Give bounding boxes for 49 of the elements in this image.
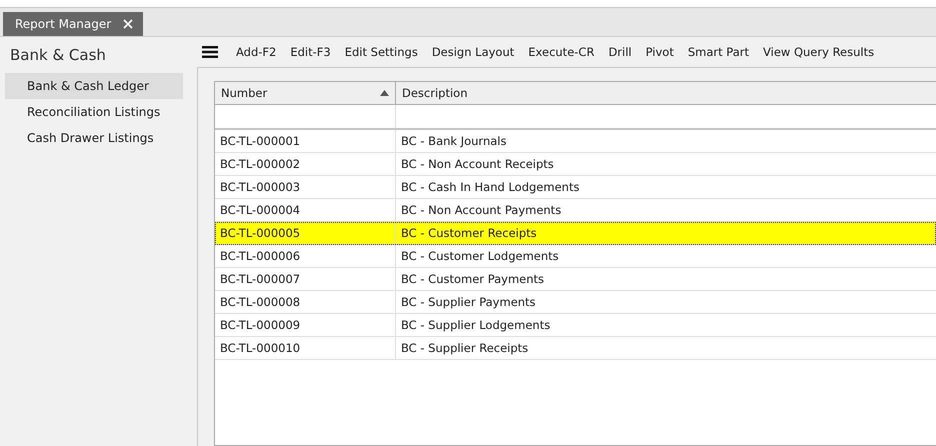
table-cell: BC-TL-000005 xyxy=(220,226,300,240)
table-row[interactable]: BC-TL-000009 BC - Supplier Lodgements xyxy=(215,314,936,337)
table-row[interactable]: BC-TL-000007 BC - Customer Payments xyxy=(215,268,936,291)
toolbar-button[interactable]: Execute-CR xyxy=(522,43,600,61)
sidebar-item[interactable]: Cash Drawer Listings xyxy=(5,125,183,151)
table-cell: BC-TL-000002 xyxy=(220,157,300,171)
toolbar-button[interactable]: Drill xyxy=(602,43,638,61)
toolbar-button[interactable]: Smart Part xyxy=(682,43,756,61)
sidebar-title: Bank & Cash xyxy=(9,45,107,66)
table-row[interactable]: BC-TL-000010 BC - Supplier Receipts xyxy=(215,337,936,360)
sidebar-item[interactable]: Reconciliation Listings xyxy=(5,99,183,125)
table-row[interactable]: BC-TL-000008 BC - Supplier Payments xyxy=(215,291,936,314)
table-cell: BC - Non Account Receipts xyxy=(401,157,554,171)
column-header[interactable]: Number xyxy=(215,82,396,104)
toolbar-button[interactable]: Edit-F3 xyxy=(284,43,337,61)
table-cell: BC-TL-000004 xyxy=(220,203,300,217)
table-cell: BC-TL-000008 xyxy=(220,295,300,309)
table-cell: BC - Cash In Hand Lodgements xyxy=(401,180,580,194)
table-cell: BC-TL-000006 xyxy=(220,249,300,263)
menu-icon[interactable] xyxy=(202,46,218,58)
table-row[interactable]: BC-TL-000002 BC - Non Account Receipts xyxy=(215,153,936,176)
toolbar-button[interactable]: Edit Settings xyxy=(338,43,424,61)
sidebar-item[interactable]: Bank & Cash Ledger xyxy=(5,73,183,99)
table-row[interactable]: BC-TL-000006 BC - Customer Lodgements xyxy=(215,245,936,268)
table-cell: BC - Supplier Payments xyxy=(401,295,536,309)
column-label: Number xyxy=(221,86,268,100)
table-cell: BC - Bank Journals xyxy=(401,134,506,148)
table-cell: BC-TL-000003 xyxy=(220,180,300,194)
table-cell: BC-TL-000007 xyxy=(220,272,300,286)
table-row[interactable]: BC-TL-000001 BC - Bank Journals xyxy=(215,130,936,153)
close-icon[interactable] xyxy=(123,19,134,29)
table-cell: BC - Customer Receipts xyxy=(401,226,537,240)
table-row[interactable]: BC-TL-000005 BC - Customer Receipts xyxy=(215,222,936,245)
table-cell: BC - Supplier Lodgements xyxy=(401,318,550,332)
table-cell: BC - Customer Lodgements xyxy=(401,249,559,263)
toolbar-button[interactable]: Design Layout xyxy=(426,43,520,61)
table-cell: BC-TL-000009 xyxy=(220,318,300,332)
tab[interactable]: Report Manager xyxy=(3,12,144,36)
table-cell: BC-TL-000001 xyxy=(220,134,300,148)
table-cell: BC-TL-000010 xyxy=(220,341,300,355)
table-cell: BC - Non Account Payments xyxy=(401,203,562,217)
column-label: Description xyxy=(402,86,468,100)
table-cell: BC - Supplier Receipts xyxy=(401,341,528,355)
table-cell: BC - Customer Payments xyxy=(401,272,544,286)
table-row[interactable]: BC-TL-000003 BC - Cash In Hand Lodgements xyxy=(215,176,936,199)
toolbar-button[interactable]: Pivot xyxy=(640,43,680,61)
toolbar-button[interactable]: View Query Results xyxy=(757,43,880,61)
toolbar-button[interactable]: Add-F2 xyxy=(230,43,282,61)
column-header[interactable]: Description xyxy=(396,82,936,104)
